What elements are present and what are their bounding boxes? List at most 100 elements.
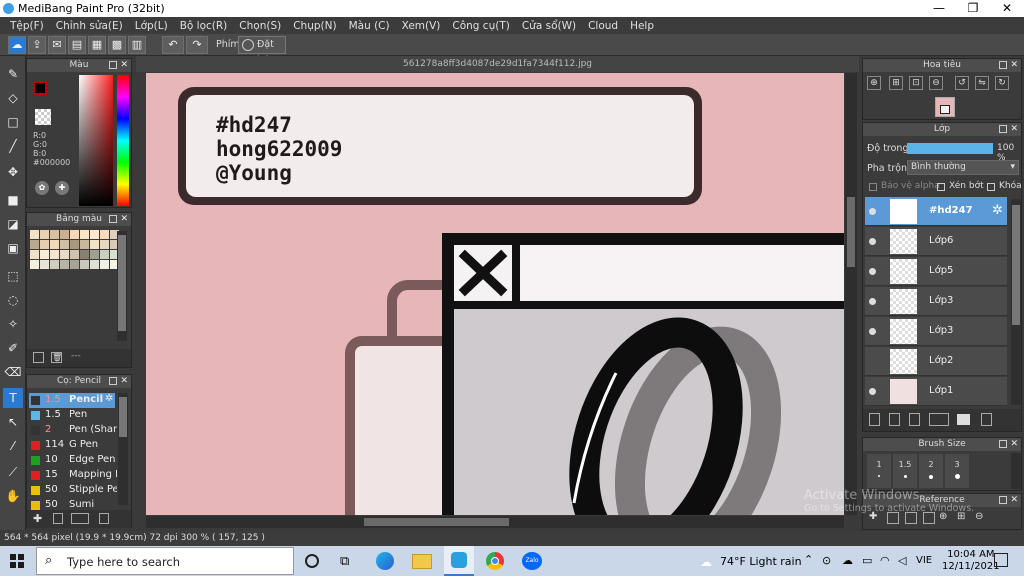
gear-icon[interactable]: ✲ [105,393,113,404]
palette-scrollbar[interactable] [117,231,127,341]
palette-swatch[interactable] [40,250,49,259]
brush-tool-icon[interactable]: ✎ [3,64,23,84]
primary-color-swatch[interactable] [33,81,47,95]
palette-swatch[interactable] [90,250,99,259]
eye-icon[interactable] [869,238,876,245]
folder-icon[interactable] [957,414,970,425]
eye-icon[interactable] [869,388,876,395]
zalo-icon[interactable]: Zalo [522,552,542,570]
grid-icon[interactable]: ▩ [108,36,126,54]
hue-slider[interactable] [117,75,129,206]
brush-size-option[interactable]: 3 [945,454,969,488]
page-icon[interactable]: ▦ [88,36,106,54]
menu-edit[interactable]: Chỉnh sửa(E) [50,20,129,32]
brush-add-icon[interactable]: ✚ [33,512,42,525]
reference-add-icon[interactable]: ✚ [869,511,877,522]
close-icon[interactable]: ✕ [1010,123,1018,136]
grid-alt-icon[interactable]: ▥ [128,36,146,54]
eye-icon[interactable] [869,328,876,335]
brush-scrollbar[interactable] [118,393,128,505]
brush-item[interactable]: 10 Edge Pen [29,453,116,468]
fill-rect-tool-icon[interactable]: ■ [3,190,23,210]
eye-icon[interactable] [869,208,876,215]
menu-view[interactable]: Xem(V) [396,20,447,32]
chat-icon[interactable]: ▤ [68,36,86,54]
layer-item[interactable]: Lớp1 [865,377,1007,406]
menu-help[interactable]: Help [624,20,660,32]
cloud-icon[interactable]: ☁ [8,36,26,54]
undo-icon[interactable]: ↶ [162,36,184,54]
menu-filter[interactable]: Bộ lọc(R) [174,20,234,32]
blend-mode-select[interactable]: Bình thường ▾ [907,160,1019,175]
new-palette-icon[interactable] [33,352,44,363]
palette-swatch[interactable] [60,240,69,249]
share-icon[interactable]: ⇪ [28,36,46,54]
brush-size-option[interactable]: 1.5 [893,454,917,488]
canvas-tab[interactable]: 561278a8ff3d4087de29d1fa7344f112.jpg [136,56,859,72]
palette-swatch[interactable] [60,230,69,239]
palette-swatch[interactable] [100,240,109,249]
palette-swatch[interactable] [100,250,109,259]
popout-icon[interactable] [999,496,1007,504]
brush-settings-icon[interactable] [99,513,109,524]
canvas-hscrollbar[interactable] [146,516,844,528]
brush-size-scrollbar[interactable] [1011,453,1021,489]
palette-swatch[interactable] [50,230,59,239]
palette-swatch[interactable] [90,230,99,239]
layer-item[interactable]: Lớp5 [865,257,1007,286]
eye-icon[interactable] [869,298,876,305]
eraser-tool-icon[interactable]: ◇ [3,88,23,108]
weather-text[interactable]: 74°F Light rain [720,555,802,568]
gear-icon[interactable]: ✲ [992,203,1003,218]
popout-icon[interactable] [999,125,1007,133]
task-view-icon[interactable]: ⧉ [340,554,349,569]
restore-button[interactable]: ❐ [956,0,990,17]
zoom-fit-icon[interactable]: ⊞ [889,76,903,90]
layer-item[interactable]: Lớp2 [865,347,1007,376]
reference-zoom-out-icon[interactable]: ⊖ [975,511,983,522]
magic-wand-tool-icon[interactable]: ✧ [3,314,23,334]
network-icon[interactable]: ⊙ [822,554,831,567]
palette-icon[interactable]: ✿ [35,181,49,195]
popout-icon[interactable] [999,440,1007,448]
popout-icon[interactable] [109,377,117,385]
layer-item[interactable]: Lớp3 [865,317,1007,346]
palette-swatch[interactable] [60,250,69,259]
zoom-out-icon[interactable]: ⊖ [929,76,943,90]
clock[interactable]: 10:04 AM 12/11/2021 [942,549,1000,573]
palette-add-icon[interactable]: ✚ [55,181,69,195]
layer-scrollbar[interactable] [1011,199,1021,405]
menu-window[interactable]: Cửa sổ(W) [516,20,582,32]
close-icon[interactable]: ✕ [120,213,128,226]
redo-icon[interactable]: ↷ [186,36,208,54]
palette-swatch[interactable] [30,230,39,239]
palette-swatch[interactable] [100,260,109,269]
reference-zoom-in-icon[interactable]: ⊕ [939,511,947,522]
brush-item[interactable]: 50 Stipple Pen [29,483,117,498]
brush-item[interactable]: 1.5 Pencil ✲ [29,393,115,408]
comment-icon[interactable]: ✉ [48,36,66,54]
delete-palette-icon[interactable]: 🗑 [51,352,62,363]
transparent-swatch[interactable] [35,109,51,125]
windows-start-icon[interactable] [10,554,24,568]
palette-swatch[interactable] [70,260,79,269]
palette-swatch[interactable] [30,250,39,259]
cloud-tray-icon[interactable]: ☁ [842,554,853,567]
medibang-taskbar-button[interactable] [444,546,474,576]
palette-swatch[interactable] [40,230,49,239]
search-box[interactable]: ⌕ Type here to search [36,547,294,575]
palette-swatch[interactable] [50,260,59,269]
line-tool-icon[interactable]: ╱ [3,136,23,156]
palette-swatch[interactable] [70,240,79,249]
new-8bit-layer-icon[interactable] [909,413,920,426]
palette-swatch[interactable] [80,260,89,269]
reset-button[interactable]: Đặt lại [238,36,286,66]
volume-icon[interactable]: ◁ [898,554,906,567]
eyedropper-tool-icon[interactable]: ⁄ [3,436,23,456]
palette-swatch[interactable] [60,260,69,269]
close-icon[interactable]: ✕ [1010,59,1018,72]
popout-icon[interactable] [999,61,1007,69]
close-icon[interactable]: ✕ [1010,494,1018,507]
palette-swatch[interactable] [50,240,59,249]
lock-checkbox[interactable] [987,183,995,191]
